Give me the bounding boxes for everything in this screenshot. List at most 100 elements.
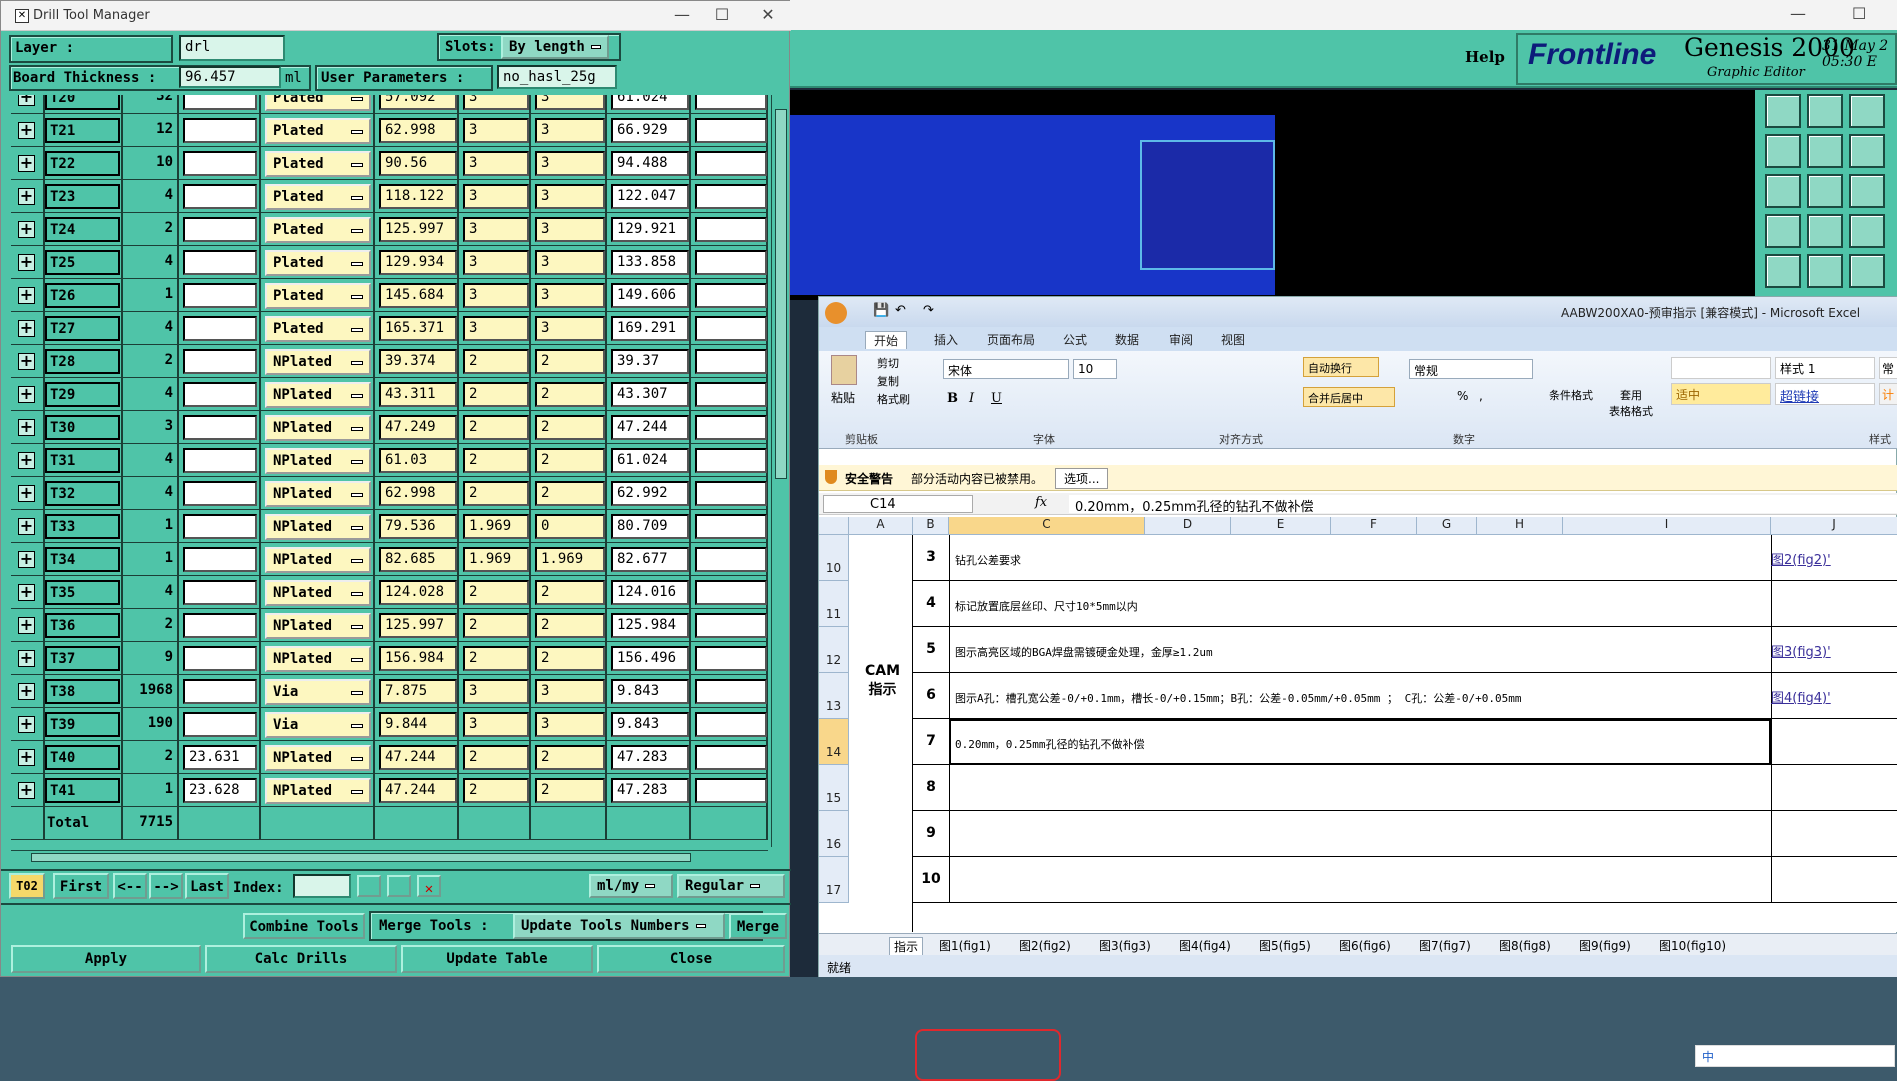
tool-type-select[interactable]: NPlated (265, 547, 371, 573)
user-params-input[interactable]: no_hasl_25g (497, 65, 617, 89)
tolerance-plus-input[interactable]: 3 (463, 184, 529, 209)
expand-icon[interactable]: + (18, 188, 35, 205)
finish-size-input[interactable]: 124.028 (379, 580, 457, 605)
last-button[interactable]: Last (185, 873, 229, 899)
redo-icon[interactable]: ↷ (923, 303, 934, 318)
tool-type-select[interactable]: NPlated (265, 613, 371, 639)
tool-extra-input[interactable] (695, 481, 767, 506)
minimize-icon[interactable]: — (667, 5, 697, 24)
drill-size-input[interactable]: 9.843 (611, 712, 689, 737)
figure-link[interactable]: 图4(fig4)' (1771, 687, 1831, 706)
drill-size-input[interactable]: 80.709 (611, 514, 689, 539)
save-icon[interactable]: 💾 (873, 303, 889, 318)
tool-extra-input[interactable] (695, 547, 767, 572)
underline-button[interactable]: U (991, 391, 1002, 406)
minimize-icon[interactable]: — (1790, 4, 1806, 23)
sheet-tab[interactable]: 图9(fig9) (1575, 937, 1635, 954)
selected-cell[interactable] (949, 719, 1771, 765)
drill-size-input[interactable]: 149.606 (611, 283, 689, 308)
tool-input[interactable] (183, 514, 257, 539)
style-empty[interactable] (1671, 357, 1771, 379)
merge-tools-select[interactable]: Update Tools Numbers (513, 913, 725, 939)
expand-icon[interactable]: + (18, 95, 35, 106)
merge-center-button[interactable]: 合并后居中 (1303, 387, 1395, 407)
tool-input[interactable] (183, 184, 257, 209)
tool-type-select[interactable]: NPlated (265, 778, 371, 804)
expand-icon[interactable]: + (18, 617, 35, 634)
close-button[interactable]: Close (597, 945, 785, 973)
drill-size-input[interactable]: 133.858 (611, 250, 689, 275)
finish-size-input[interactable]: 118.122 (379, 184, 457, 209)
tool-type-select[interactable]: Plated (265, 184, 371, 210)
tab-data[interactable]: 数据 (1115, 331, 1139, 348)
tool-input[interactable] (183, 118, 257, 143)
style-neutral[interactable]: 适中 (1671, 383, 1771, 405)
finish-size-input[interactable]: 7.875 (379, 679, 457, 704)
column-header[interactable]: A (849, 517, 913, 535)
column-header[interactable]: I (1563, 517, 1771, 535)
tool-type-select[interactable]: Plated (265, 151, 371, 177)
tolerance-plus-input[interactable]: 2 (463, 415, 529, 440)
tolerance-plus-input[interactable]: 3 (463, 95, 529, 110)
tool-input[interactable] (183, 712, 257, 737)
drill-size-input[interactable]: 47.283 (611, 745, 689, 770)
tolerance-plus-input[interactable]: 1.969 (463, 547, 529, 572)
finish-size-input[interactable]: 61.03 (379, 448, 457, 473)
tool-input[interactable]: 23.631 (183, 745, 257, 770)
tolerance-plus-input[interactable]: 3 (463, 118, 529, 143)
tool-type-select[interactable]: Via (265, 712, 371, 738)
tool-input[interactable] (183, 448, 257, 473)
tool-input[interactable] (183, 646, 257, 671)
tolerance-minus-input[interactable]: 3 (535, 283, 605, 308)
finish-size-input[interactable]: 47.244 (379, 778, 457, 803)
tool-extra-input[interactable] (695, 349, 767, 374)
delete-icon[interactable]: ✕ (417, 875, 441, 897)
tolerance-minus-input[interactable]: 0 (535, 514, 605, 539)
combine-tools-button[interactable]: Combine Tools (243, 913, 365, 939)
tool-input[interactable] (183, 613, 257, 638)
tolerance-minus-input[interactable]: 2 (535, 745, 605, 770)
tool-extra-input[interactable] (695, 316, 767, 341)
tool-type-select[interactable]: Plated (265, 118, 371, 144)
row-header[interactable]: 13 (819, 673, 849, 719)
italic-button[interactable]: I (969, 391, 974, 406)
tool-extra-input[interactable] (695, 382, 767, 407)
zoom-fit-icon[interactable] (1765, 174, 1801, 208)
tool-type-select[interactable]: NPlated (265, 481, 371, 507)
expand-icon[interactable]: + (18, 419, 35, 436)
tolerance-minus-input[interactable]: 3 (535, 712, 605, 737)
drill-size-input[interactable]: 169.291 (611, 316, 689, 341)
tolerance-minus-input[interactable]: 3 (535, 250, 605, 275)
tool-type-select[interactable]: Plated (265, 95, 371, 111)
next-button[interactable]: --> (149, 873, 183, 899)
font-name-select[interactable]: 宋体 (943, 359, 1069, 379)
tool-extra-input[interactable] (695, 646, 767, 671)
expand-icon[interactable]: + (18, 518, 35, 535)
tool-input[interactable] (183, 95, 257, 110)
finish-size-input[interactable]: 165.371 (379, 316, 457, 341)
finish-size-input[interactable]: 47.244 (379, 745, 457, 770)
tool-extra-input[interactable] (695, 283, 767, 308)
expand-icon[interactable]: + (18, 782, 35, 799)
figure-link[interactable]: 图3(fig3)' (1771, 641, 1831, 660)
scroll-thumb[interactable] (775, 109, 787, 479)
finish-size-input[interactable]: 82.685 (379, 547, 457, 572)
tool-type-select[interactable]: NPlated (265, 646, 371, 672)
format-painter-button[interactable]: 格式刷 (877, 391, 910, 407)
tab-home[interactable]: 开始 (865, 331, 908, 349)
drill-size-input[interactable]: 9.843 (611, 679, 689, 704)
undo-icon[interactable]: ↶ (895, 303, 906, 318)
tolerance-plus-input[interactable]: 2 (463, 745, 529, 770)
pin-icon[interactable] (1807, 214, 1843, 248)
home-icon[interactable] (1765, 94, 1801, 128)
maximize-icon[interactable]: ☐ (1852, 4, 1866, 23)
finish-size-input[interactable]: 9.844 (379, 712, 457, 737)
tool-input[interactable] (183, 250, 257, 275)
drill-size-input[interactable]: 94.488 (611, 151, 689, 176)
merge-button[interactable]: Merge (729, 913, 787, 939)
tolerance-minus-input[interactable]: 3 (535, 217, 605, 242)
finish-size-input[interactable]: 125.997 (379, 613, 457, 638)
edit-icon[interactable] (1807, 254, 1843, 288)
expand-icon[interactable]: + (18, 551, 35, 568)
drill-size-input[interactable]: 82.677 (611, 547, 689, 572)
